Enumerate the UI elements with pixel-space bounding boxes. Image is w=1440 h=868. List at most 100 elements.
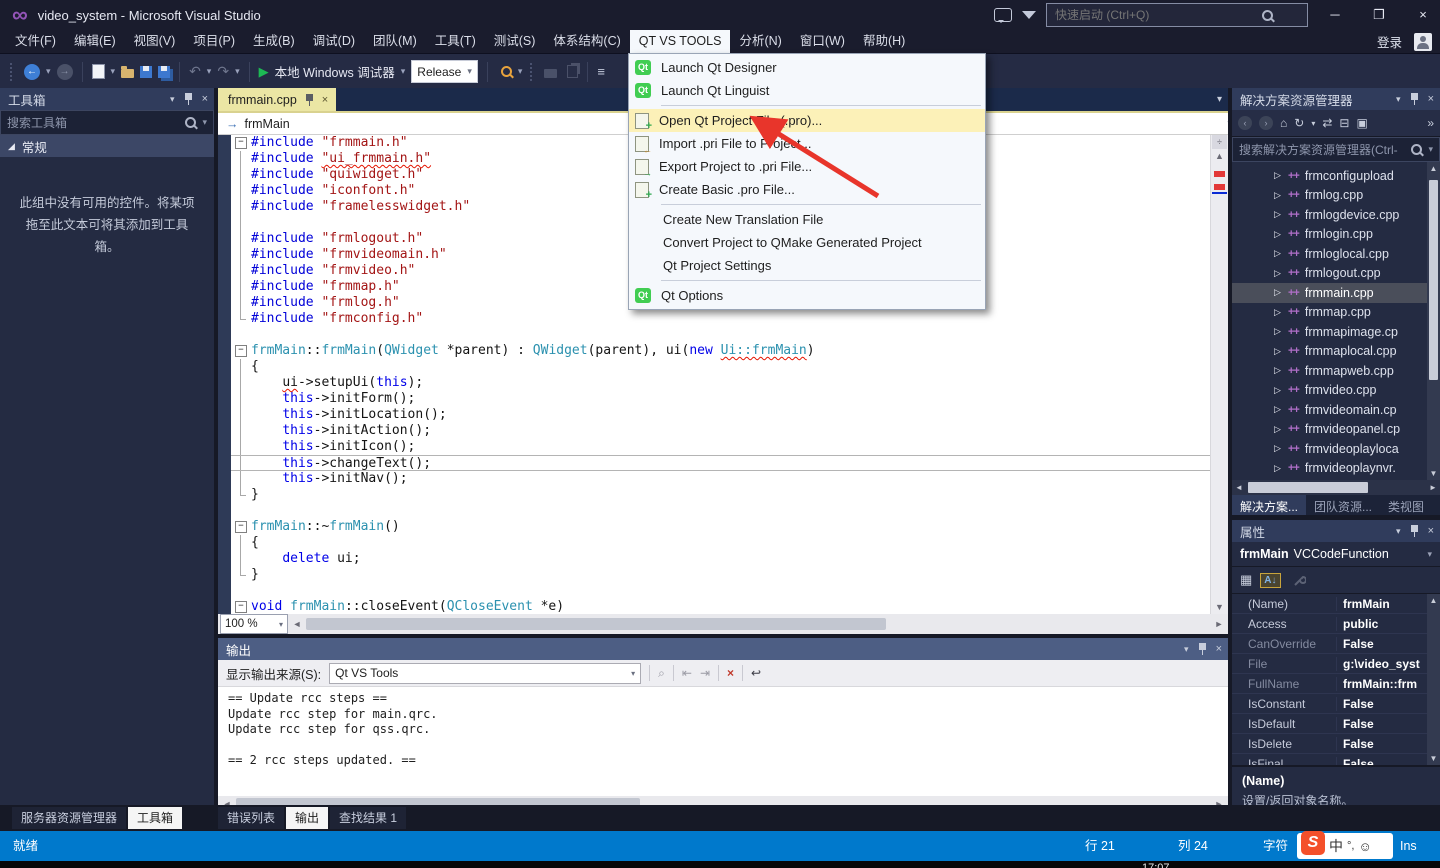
property-row-FullName[interactable]: FullNamefrmMain::frm: [1232, 674, 1440, 694]
property-row-IsDelete[interactable]: IsDeleteFalse: [1232, 734, 1440, 754]
property-value[interactable]: False: [1336, 637, 1440, 651]
pin-icon[interactable]: [305, 94, 314, 106]
file-item-frmconfigupload[interactable]: ▷++frmconfigupload: [1232, 166, 1440, 186]
file-item-frmvideoplaynvr-[interactable]: ▷++frmvideoplaynvr.: [1232, 459, 1440, 479]
new-file-button[interactable]: [92, 64, 105, 79]
filter-icon[interactable]: [1022, 11, 1036, 26]
properties-icon[interactable]: ▣: [1356, 116, 1367, 130]
save-all-button[interactable]: [158, 66, 170, 78]
scroll-up-icon[interactable]: ▲: [1211, 151, 1228, 161]
fold-minus-icon[interactable]: −: [235, 345, 247, 357]
fold-collapse-icon[interactable]: −: [231, 519, 251, 535]
property-value[interactable]: frmMain::frm: [1336, 677, 1440, 691]
expand-arrow-icon[interactable]: ▷: [1274, 404, 1282, 415]
scroll-up-icon[interactable]: ▲: [1427, 596, 1440, 605]
pin-icon[interactable]: [1198, 643, 1207, 655]
bottom-tab-0[interactable]: 错误列表: [218, 807, 284, 829]
scroll-down-icon[interactable]: ▼: [1427, 469, 1440, 478]
back-icon[interactable]: ‹: [1238, 116, 1252, 130]
expand-arrow-icon[interactable]: ▷: [1274, 424, 1282, 435]
qt-menu-item-8[interactable]: Create New Translation File: [629, 208, 985, 231]
property-value[interactable]: frmMain: [1336, 597, 1440, 611]
menubar-item-0[interactable]: 文件(F): [6, 30, 65, 53]
expand-arrow-icon[interactable]: ▷: [1274, 209, 1282, 220]
scrollbar-thumb[interactable]: [1248, 482, 1368, 493]
start-debug-icon[interactable]: ▶: [259, 64, 269, 80]
scrollbar-thumb[interactable]: [1429, 180, 1438, 380]
qt-menu-item-9[interactable]: Convert Project to QMake Generated Proje…: [629, 231, 985, 254]
ime-mode-chinese[interactable]: 中: [1329, 836, 1343, 856]
close-panel-icon[interactable]: ×: [1216, 643, 1222, 655]
property-row-CanOverride[interactable]: CanOverrideFalse: [1232, 634, 1440, 654]
menubar-item-1[interactable]: 编辑(E): [65, 30, 125, 53]
chevron-down-icon[interactable]: ▾: [1311, 119, 1315, 128]
menubar-item-10[interactable]: QT VS TOOLS: [630, 30, 731, 53]
expand-arrow-icon[interactable]: ▷: [1274, 229, 1282, 240]
toolbox-search-input[interactable]: 搜索工具箱 ▾: [0, 110, 214, 135]
error-mark[interactable]: [1214, 184, 1225, 190]
qt-menu-item-12[interactable]: QtQt Options: [629, 284, 985, 307]
ime-emoji-icon[interactable]: ☺: [1358, 839, 1371, 854]
output-log[interactable]: == Update rcc steps ==Update rcc step fo…: [218, 687, 1228, 796]
pin-icon[interactable]: [184, 93, 193, 105]
editor-vertical-scrollbar[interactable]: ÷ ▲ ▼: [1210, 135, 1228, 614]
property-row-Access[interactable]: Accesspublic: [1232, 614, 1440, 634]
overflow-icon[interactable]: »: [1427, 116, 1434, 130]
qt-menu-item-3[interactable]: Open Qt Project File (.pro)...: [629, 109, 985, 132]
forward-icon[interactable]: ›: [1259, 116, 1273, 130]
redo-dropdown-icon[interactable]: ▾: [235, 66, 240, 77]
qt-menu-item-6[interactable]: Create Basic .pro File...: [629, 178, 985, 201]
word-wrap-icon[interactable]: ↩: [751, 666, 761, 680]
home-icon[interactable]: ⌂: [1280, 116, 1287, 130]
fold-collapse-icon[interactable]: −: [231, 343, 251, 359]
tool-tab-1[interactable]: 工具箱: [128, 807, 182, 829]
property-pages-wrench-icon[interactable]: [1293, 574, 1306, 587]
expand-arrow-icon[interactable]: ▷: [1274, 385, 1282, 396]
toolbar-grip[interactable]: [10, 63, 16, 81]
navigate-back-button[interactable]: ←: [24, 64, 40, 80]
quick-launch-box[interactable]: [1046, 3, 1308, 27]
scroll-down-icon[interactable]: ▼: [1211, 602, 1228, 612]
scroll-right-icon[interactable]: ►: [1426, 480, 1440, 495]
fold-minus-icon[interactable]: −: [235, 137, 247, 149]
close-tab-icon[interactable]: ×: [322, 94, 328, 106]
property-value[interactable]: False: [1336, 737, 1440, 751]
undo-dropdown-icon[interactable]: ▾: [207, 66, 212, 77]
expand-arrow-icon[interactable]: ▷: [1274, 170, 1282, 181]
menubar-item-13[interactable]: 帮助(H): [854, 30, 914, 53]
scrollbar-thumb[interactable]: [306, 618, 886, 630]
qt-menu-item-1[interactable]: QtLaunch Qt Linguist: [629, 79, 985, 102]
expand-arrow-icon[interactable]: ▷: [1274, 307, 1282, 318]
tool-tab-0[interactable]: 服务器资源管理器: [12, 807, 126, 829]
file-item-frmmap-cpp[interactable]: ▷++frmmap.cpp: [1232, 303, 1440, 323]
scroll-right-icon[interactable]: ►: [1212, 616, 1226, 632]
file-item-frmmain-cpp[interactable]: ▷++frmmain.cpp: [1232, 283, 1440, 303]
property-row-IsConstant[interactable]: IsConstantFalse: [1232, 694, 1440, 714]
property-value[interactable]: False: [1336, 697, 1440, 711]
menubar-item-2[interactable]: 视图(V): [125, 30, 185, 53]
file-item-frmlogout-cpp[interactable]: ▷++frmlogout.cpp: [1232, 264, 1440, 284]
output-source-combo[interactable]: Qt VS Tools ▾: [329, 663, 641, 684]
fold-minus-icon[interactable]: −: [235, 601, 247, 613]
previous-message-icon[interactable]: ⇤: [682, 666, 692, 680]
toolbox-section-general[interactable]: ◢ 常规: [0, 135, 214, 157]
open-file-button[interactable]: [121, 69, 134, 78]
menubar-item-8[interactable]: 测试(S): [485, 30, 545, 53]
find-dropdown-icon[interactable]: ▾: [518, 66, 523, 77]
pending-changes-filter-icon[interactable]: ↻: [1294, 116, 1304, 130]
account-avatar-icon[interactable]: [1414, 33, 1432, 51]
feedback-icon[interactable]: [994, 8, 1012, 22]
ime-toolbar[interactable]: S 中 °, ☺: [1297, 833, 1393, 859]
debugger-dropdown-icon[interactable]: ▾: [401, 66, 406, 77]
find-message-icon[interactable]: ⌕: [658, 666, 665, 681]
close-panel-icon[interactable]: ×: [1428, 93, 1434, 105]
file-item-frmlogin-cpp[interactable]: ▷++frmlogin.cpp: [1232, 225, 1440, 245]
document-tab-frmmain[interactable]: frmmain.cpp ×: [218, 88, 336, 111]
editor-horizontal-scrollbar[interactable]: ◄ ►: [290, 616, 1226, 632]
quick-launch-input[interactable]: [1053, 7, 1262, 23]
expand-arrow-icon[interactable]: ▷: [1274, 326, 1282, 337]
fold-collapse-icon[interactable]: −: [231, 599, 251, 614]
split-window-handle[interactable]: ÷: [1212, 135, 1227, 149]
qt-menu-item-5[interactable]: Export Project to .pri File...: [629, 155, 985, 178]
menubar-item-6[interactable]: 团队(M): [364, 30, 426, 53]
